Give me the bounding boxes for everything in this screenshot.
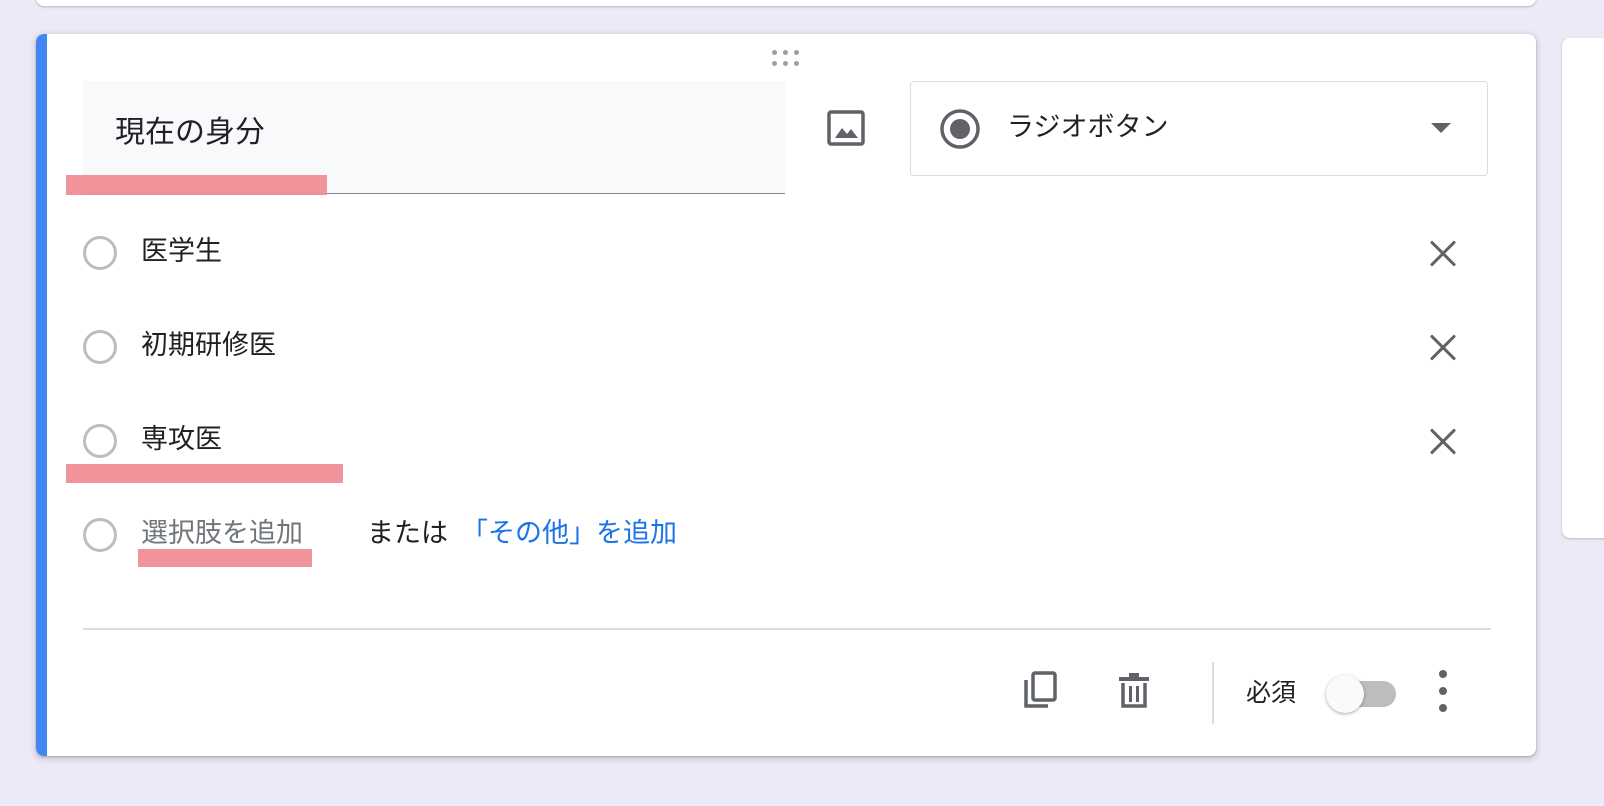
drag-handle-icon[interactable] xyxy=(772,50,804,68)
option-item[interactable]: 専攻医 xyxy=(83,422,1493,466)
radio-unchecked-icon xyxy=(83,330,117,364)
option-item[interactable]: 医学生 xyxy=(83,234,1493,278)
question-card[interactable]: 現在の身分 ラジオボタン 医学生 初期研修医 専攻医 選択肢を追加 または 「そ… xyxy=(36,34,1536,756)
title-highlight-mark xyxy=(66,175,327,195)
add-image-button[interactable] xyxy=(826,108,866,148)
radio-checked-icon xyxy=(940,109,980,149)
trash-icon xyxy=(1119,673,1149,708)
duplicate-button[interactable] xyxy=(1018,668,1062,712)
add-option-highlight-mark xyxy=(138,549,312,567)
footer-separator xyxy=(1212,662,1214,724)
or-text: または xyxy=(367,518,448,549)
required-toggle[interactable] xyxy=(1326,674,1398,714)
radio-unchecked-icon xyxy=(83,236,117,270)
radio-unchecked-icon xyxy=(83,518,117,552)
option-label[interactable]: 医学生 xyxy=(141,234,222,270)
radio-unchecked-icon xyxy=(83,424,117,458)
toggle-knob xyxy=(1326,675,1364,713)
question-type-dropdown[interactable]: ラジオボタン xyxy=(910,81,1488,176)
image-icon xyxy=(827,110,865,146)
copy-icon xyxy=(1024,671,1057,708)
add-option-input[interactable]: 選択肢を追加 xyxy=(141,516,303,552)
remove-option-button[interactable] xyxy=(1423,328,1463,368)
option-item[interactable]: 初期研修医 xyxy=(83,328,1493,372)
more-vert-icon[interactable] xyxy=(1426,666,1460,716)
previous-question-card xyxy=(36,0,1536,6)
delete-button[interactable] xyxy=(1112,668,1156,712)
remove-option-button[interactable] xyxy=(1423,422,1463,462)
option-label[interactable]: 初期研修医 xyxy=(141,328,276,364)
side-toolbar-card xyxy=(1562,38,1604,538)
add-other-link[interactable]: 「その他」を追加 xyxy=(461,516,677,552)
remove-option-button[interactable] xyxy=(1423,234,1463,274)
caret-down-icon xyxy=(1431,123,1451,133)
required-label: 必須 xyxy=(1246,678,1297,707)
question-title-text: 現在の身分 xyxy=(115,115,265,150)
footer-divider xyxy=(83,628,1491,630)
active-card-accent xyxy=(36,34,47,756)
option-label[interactable]: 専攻医 xyxy=(141,422,222,458)
question-type-label: ラジオボタン xyxy=(1007,112,1169,143)
option-highlight-mark xyxy=(66,464,343,483)
